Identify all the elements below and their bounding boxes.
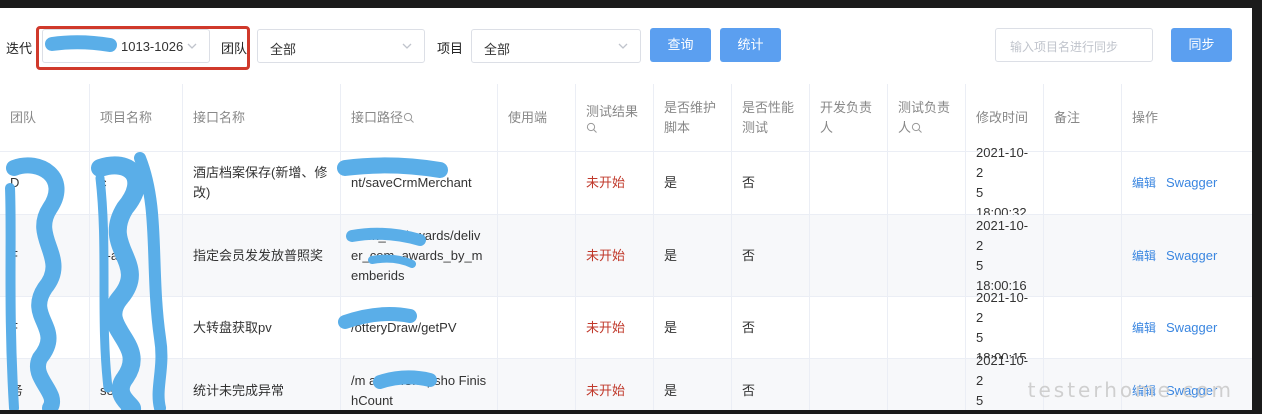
header-team: 团队 [0,84,90,151]
header-maintain-script: 是否维护 脚本 [654,84,732,151]
cell-api-path: /task_bar/awards/deliver_com_awards_by_m… [341,215,498,296]
cell-remark [1044,152,1122,214]
table-header: 团队 项目名称 接口名称 接口路径 使用端 测试结果 是否维护 脚本 是否性能 测试… [0,84,1252,152]
edit-link[interactable]: 编辑 [1132,318,1156,338]
cell-maintain: 是 [654,359,732,410]
cell-actions: 编辑 Swagger [1122,152,1252,214]
table-row: D c 酒店档案保存(新增、修改) nt/saveCrmMerchant 未开始… [0,145,1252,220]
cell-actions: 编辑 Swagger [1122,297,1252,358]
cell-team: 务 [0,359,90,410]
team-value: 全部 [270,42,297,57]
status-badge: 未开始 [576,152,654,214]
cell-remark [1044,215,1122,296]
search-icon[interactable] [403,112,415,124]
header-perf-test: 是否性能 测试 [732,84,810,151]
swagger-link[interactable]: Swagger [1166,318,1217,338]
search-icon[interactable] [586,122,598,134]
cell-project: c [90,152,183,214]
cell-api-name: 指定会员发发放普照奖 [183,215,341,296]
cell-api-name: 酒店档案保存(新增、修改) [183,152,341,214]
cell-test-owner [888,152,966,214]
header-dev-owner: 开发负责人 [810,84,888,151]
cell-client [498,215,576,296]
cell-api-path: /otteryDraw/getPV [341,297,498,358]
header-test-result[interactable]: 测试结果 [576,84,654,151]
chevron-down-icon [402,43,412,49]
team-select[interactable]: 全部 [257,29,425,63]
cell-project: se a [90,359,183,410]
cell-project: it [90,297,183,358]
cell-maintain: 是 [654,152,732,214]
project-value: 全部 [484,42,511,57]
cell-maintain: 是 [654,215,732,296]
cell-perf: 否 [732,215,810,296]
cell-api-path: /m actionSnapsho FinishCount [341,359,498,410]
cell-test-owner [888,297,966,358]
project-sync-input[interactable]: 输入项目名进行同步 [995,28,1153,62]
cell-test-owner [888,215,966,296]
cell-modified-time: 2021-10-2 5 18:00:32 [966,145,1044,220]
table-row: F it 大转盘获取pv /otteryDraw/getPV 未开始 是 否 2… [0,290,1252,365]
cell-dev-owner [810,215,888,296]
cell-api-name: 统计未完成异常 [183,359,341,410]
cell-perf: 否 [732,152,810,214]
cell-api-path: nt/saveCrmMerchant [341,152,498,214]
status-badge: 未开始 [576,359,654,410]
cell-api-name: 大转盘获取pv [183,297,341,358]
header-modified-time: 修改时间 [966,84,1044,151]
edit-link[interactable]: 编辑 [1132,173,1156,193]
edit-link[interactable]: 编辑 [1132,246,1156,266]
main-panel: 迭代 1013-1026 团队 全部 项目 全部 查询 统计 输入项目名进行同步… [0,8,1252,410]
cell-perf: 否 [732,359,810,410]
cell-modified-time: 2021-10-2 5 18:00:15 [966,290,1044,365]
cell-dev-owner [810,297,888,358]
header-actions: 操作 [1132,109,1159,125]
swagger-link[interactable]: Swagger [1166,173,1217,193]
header-api-path[interactable]: 接口路径 [341,84,498,151]
search-icon[interactable] [911,122,923,134]
project-label: 项目 [437,41,464,56]
filter-toolbar: 迭代 1013-1026 团队 全部 项目 全部 查询 统计 输入项目名进行同步… [0,8,1252,84]
cell-team: F [0,297,90,358]
header-test-owner[interactable]: 测试负责 人 [888,84,966,151]
cell-test-owner [888,359,966,410]
cell-team: D [0,152,90,214]
cell-client [498,152,576,214]
header-api-name: 接口名称 [183,84,341,151]
highlight-box [36,26,250,70]
cell-actions: 编辑 Swagger [1122,215,1252,296]
iteration-label: 迭代 [6,41,33,56]
sync-button[interactable]: 同步 [1171,28,1232,62]
cell-dev-owner [810,359,888,410]
header-client: 使用端 [498,84,576,151]
watermark: testerhome.com [1027,378,1234,402]
header-remark: 备注 [1044,84,1122,151]
cell-modified-time: 2021-10-2 5 18:00:16 [966,215,1044,296]
cell-project: y-a [90,215,183,296]
cell-remark [1044,297,1122,358]
swagger-link[interactable]: Swagger [1166,246,1217,266]
cell-perf: 否 [732,297,810,358]
status-badge: 未开始 [576,297,654,358]
stats-button[interactable]: 统计 [720,28,781,62]
cell-client [498,359,576,410]
chevron-down-icon [618,43,628,49]
status-badge: 未开始 [576,215,654,296]
cell-team: F [0,215,90,296]
header-project-name: 项目名称 [90,84,183,151]
search-placeholder: 输入项目名进行同步 [1010,40,1119,54]
cell-client [498,297,576,358]
project-select[interactable]: 全部 [471,29,641,63]
table-row: F y-a 指定会员发发放普照奖 /task_bar/awards/delive… [0,215,1252,297]
cell-maintain: 是 [654,297,732,358]
query-button[interactable]: 查询 [650,28,711,62]
cell-dev-owner [810,152,888,214]
